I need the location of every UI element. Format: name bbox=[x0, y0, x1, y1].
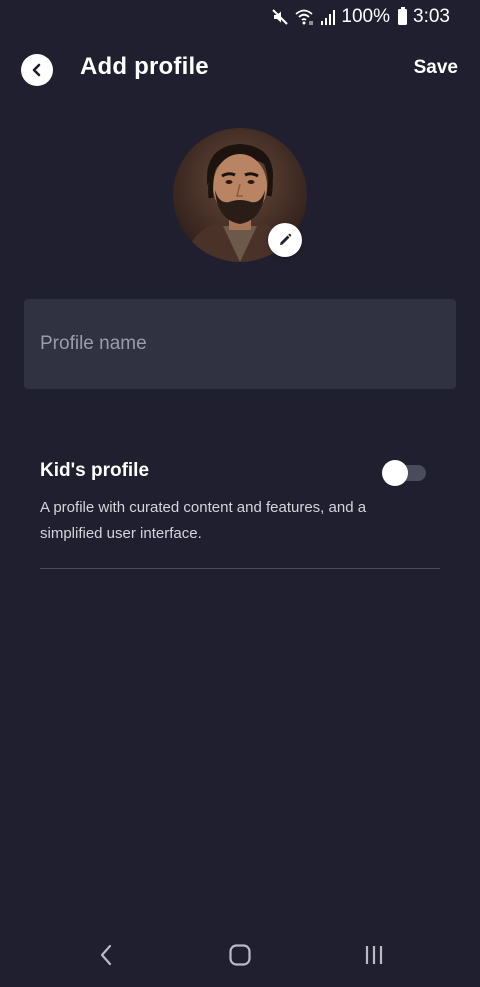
nav-back-button[interactable] bbox=[91, 940, 121, 970]
divider bbox=[40, 568, 440, 569]
back-button[interactable] bbox=[21, 54, 53, 86]
toggle-thumb bbox=[382, 460, 408, 486]
kids-profile-description: A profile with curated content and featu… bbox=[40, 499, 367, 542]
chevron-left-icon bbox=[29, 62, 45, 78]
profile-name-input[interactable] bbox=[40, 333, 440, 355]
battery-percent: 100% bbox=[341, 6, 391, 27]
header: Add profile Save bbox=[0, 48, 480, 90]
page-title: Add profile bbox=[80, 53, 209, 80]
kids-profile-toggle[interactable] bbox=[382, 460, 426, 486]
edit-avatar-button[interactable] bbox=[268, 223, 302, 257]
status-icons: 100% 3:03 bbox=[271, 5, 450, 29]
profile-name-field[interactable] bbox=[24, 299, 456, 389]
battery-icon bbox=[398, 7, 408, 25]
mute-icon bbox=[271, 8, 289, 26]
pencil-icon bbox=[278, 233, 292, 247]
status-time: 3:03 bbox=[413, 6, 450, 27]
save-button[interactable]: Save bbox=[414, 57, 458, 79]
nav-bar bbox=[0, 930, 480, 980]
nav-recents-button[interactable] bbox=[359, 940, 389, 970]
signal-icon bbox=[321, 9, 336, 25]
home-icon bbox=[228, 943, 252, 967]
back-icon bbox=[98, 943, 114, 967]
nav-home-button[interactable] bbox=[225, 940, 255, 970]
wifi-icon bbox=[295, 8, 315, 26]
kids-profile-title: Kid's profile bbox=[40, 460, 150, 481]
recents-icon bbox=[363, 943, 385, 967]
status-bar: 100% 3:03 bbox=[0, 0, 480, 34]
